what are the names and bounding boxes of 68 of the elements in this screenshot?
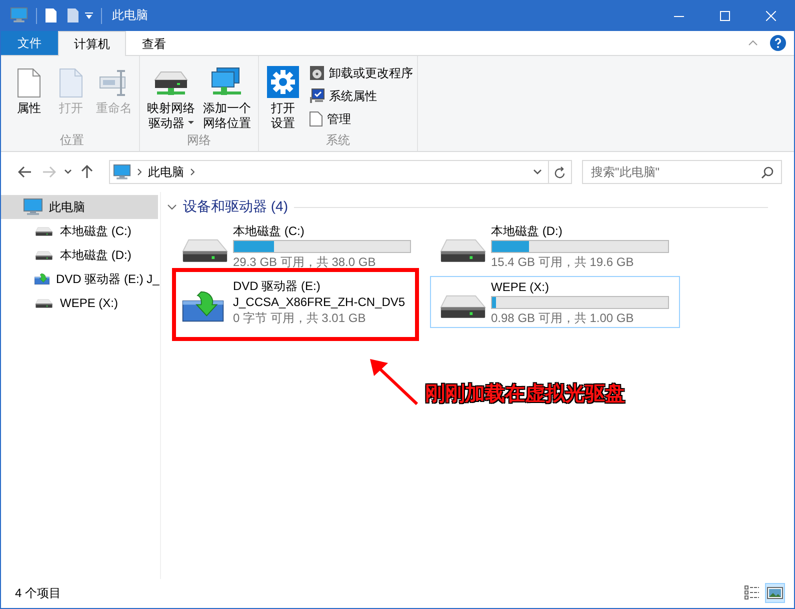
ribbon-button[interactable]: 打开 设置	[263, 62, 303, 131]
document-icon	[17, 68, 41, 98]
drive-tile[interactable]: 本地磁盘 (C:) 29.3 GB 可用，共 38.0 GB	[172, 220, 422, 272]
disc-arrow-icon	[181, 290, 225, 322]
file-tab[interactable]: 文件	[1, 31, 58, 55]
annotation-arrow	[370, 359, 418, 406]
tiles-view-icon[interactable]	[766, 584, 784, 602]
ribbon-button[interactable]: 卸载或更改程序	[309, 64, 413, 82]
details-view-icon[interactable]	[743, 584, 761, 602]
computer-icon	[113, 164, 131, 180]
chevron-right-icon	[190, 168, 195, 176]
drive-space-text: 0.98 GB 可用，共 1.00 GB	[491, 310, 635, 324]
disc-box-icon	[309, 65, 325, 81]
drive-name: WEPE (X:)	[491, 280, 550, 294]
drive-space-text: 0 字节 可用，共 3.01 GB	[233, 311, 367, 325]
back-arrow-icon[interactable]	[18, 166, 32, 178]
drive-name: DVD 驱动器 (E:)	[233, 279, 322, 293]
address-bar[interactable]: 此电脑	[109, 160, 572, 184]
drive-icon	[35, 250, 53, 260]
drive-name: 本地磁盘 (D:)	[491, 224, 564, 238]
drive-tile[interactable]: 本地磁盘 (D:) 15.4 GB 可用，共 19.6 GB	[430, 220, 680, 272]
ribbon-button[interactable]: 映射网络 驱动器	[144, 62, 198, 131]
chevron-down-icon[interactable]	[64, 169, 72, 175]
sidebar-item[interactable]: 本地磁盘 (C:)	[1, 219, 158, 243]
sidebar-item[interactable]: WEPE (X:)	[1, 291, 158, 315]
chevron-down-icon[interactable]	[167, 204, 177, 210]
item-count: 4 个项目	[15, 584, 62, 602]
up-arrow-icon[interactable]	[81, 165, 93, 179]
ribbon-button[interactable]: 管理	[309, 110, 413, 128]
drive-tile[interactable]: WEPE (X:) 0.98 GB 可用，共 1.00 GB	[430, 276, 680, 328]
chevron-up-icon[interactable]	[748, 40, 758, 46]
window-title: 此电脑	[112, 7, 148, 24]
monitor-check-icon	[309, 88, 325, 104]
refresh-icon[interactable]	[554, 166, 566, 178]
section-header[interactable]: 设备和驱动器 (4)	[183, 198, 288, 216]
ribbon-button[interactable]: 添加一个 网络位置	[200, 62, 254, 131]
annotation-text: 刚刚加载在虚拟光驱盘	[425, 382, 625, 407]
ribbon-button[interactable]: 属性	[9, 62, 49, 131]
sidebar-item[interactable]: 本地磁盘 (D:)	[1, 243, 158, 267]
sidebar-item[interactable]: DVD 驱动器 (E:) J_	[1, 267, 158, 291]
chevron-down-icon[interactable]	[532, 169, 542, 175]
drive-icon	[35, 298, 53, 308]
group-label: 位置	[59, 132, 85, 149]
document-icon	[309, 111, 323, 127]
search-icon[interactable]	[761, 166, 774, 179]
disc-arrow-icon	[34, 273, 50, 285]
drive-icon	[35, 226, 53, 236]
drive-space-text: 15.4 GB 可用，共 19.6 GB	[491, 254, 635, 268]
volume-label: J_CCSA_X86FRE_ZH-CN_DV5	[233, 295, 406, 309]
ribbon-button[interactable]: 系统属性	[309, 87, 413, 105]
drive-space-text: 29.3 GB 可用，共 38.0 GB	[233, 254, 377, 268]
group-label: 网络	[186, 132, 212, 149]
computer-icon	[10, 7, 28, 24]
document-icon[interactable]	[67, 8, 79, 23]
document-icon	[59, 68, 83, 98]
search-field[interactable]: 搜索"此电脑"	[582, 160, 782, 184]
gear-icon	[267, 66, 299, 98]
dropdown-icon[interactable]	[85, 12, 93, 20]
drive-tile[interactable]: DVD 驱动器 (E:) J_CCSA_X86FRE_ZH-CN_DV5 0 字节 可用，共 3.01 GB	[172, 276, 422, 328]
computer-icon	[23, 198, 43, 216]
group-label: 系统	[325, 132, 351, 149]
ribbon-tab[interactable]: 查看	[126, 31, 182, 56]
sidebar-item[interactable]: 此电脑	[1, 195, 158, 219]
ribbon-tab[interactable]: 计算机	[58, 31, 126, 56]
help-icon[interactable]	[770, 35, 786, 51]
document-icon[interactable]	[45, 8, 57, 23]
drive-name: 本地磁盘 (C:)	[233, 224, 306, 238]
chevron-right-icon	[137, 168, 142, 176]
